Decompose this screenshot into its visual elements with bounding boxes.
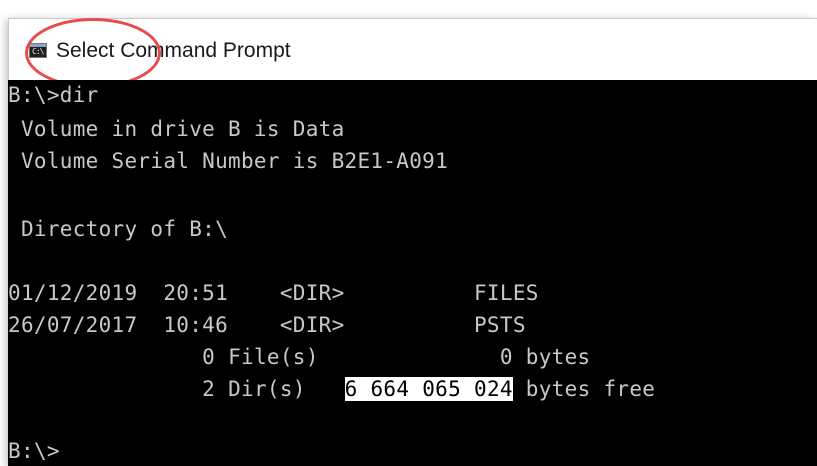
files-label: File(s) — [228, 345, 319, 369]
entry-name: PSTS — [473, 313, 526, 337]
selected-free-bytes[interactable]: 6 664 065 024 — [344, 377, 513, 401]
title-bar[interactable]: C:\ Select Command Prompt — [8, 18, 817, 80]
command-prompt-icon[interactable]: C:\ — [29, 43, 47, 58]
icon-prompt-glyph: C:\ — [32, 47, 44, 56]
dirs-unit: bytes free — [525, 377, 656, 401]
entry-time: 20:51 — [163, 281, 229, 305]
volume-label-line: Volume in drive B is Data — [8, 117, 345, 141]
entry-time: 10:46 — [163, 313, 229, 337]
volume-serial-line: Volume Serial Number is B2E1-A091 — [8, 149, 449, 173]
directory-entry-row: 01/12/2019 20:51 <DIR> FILES — [8, 278, 539, 308]
directory-entry-row: 26/07/2017 10:46 <DIR> PSTS — [8, 310, 526, 340]
entry-date: 26/07/2017 — [8, 313, 138, 337]
files-unit: bytes — [525, 345, 591, 369]
console-output[interactable]: B:\>dir Volume in drive B is Data Volume… — [8, 80, 817, 466]
files-size: 0 — [499, 345, 513, 369]
prompt-line[interactable]: B:\> — [8, 436, 60, 466]
entry-date: 01/12/2019 — [8, 281, 138, 305]
files-summary-line: 0 File(s) 0 bytes — [8, 342, 591, 372]
command-prompt-window: C:\ Select Command Prompt B:\>dir Volume… — [8, 18, 817, 466]
dirs-count: 2 — [202, 377, 216, 401]
dirs-label: Dir(s) — [228, 377, 306, 401]
entry-type: <DIR> — [279, 281, 345, 305]
files-count: 0 — [202, 345, 216, 369]
directory-of-line: Directory of B:\ — [8, 217, 229, 241]
window-title: Select Command Prompt — [56, 39, 291, 62]
command-line: B:\>dir — [8, 83, 99, 107]
entry-type: <DIR> — [279, 313, 345, 337]
dirs-summary-line: 2 Dir(s) 6 664 065 024 bytes free — [8, 374, 655, 404]
entry-name: FILES — [473, 281, 539, 305]
